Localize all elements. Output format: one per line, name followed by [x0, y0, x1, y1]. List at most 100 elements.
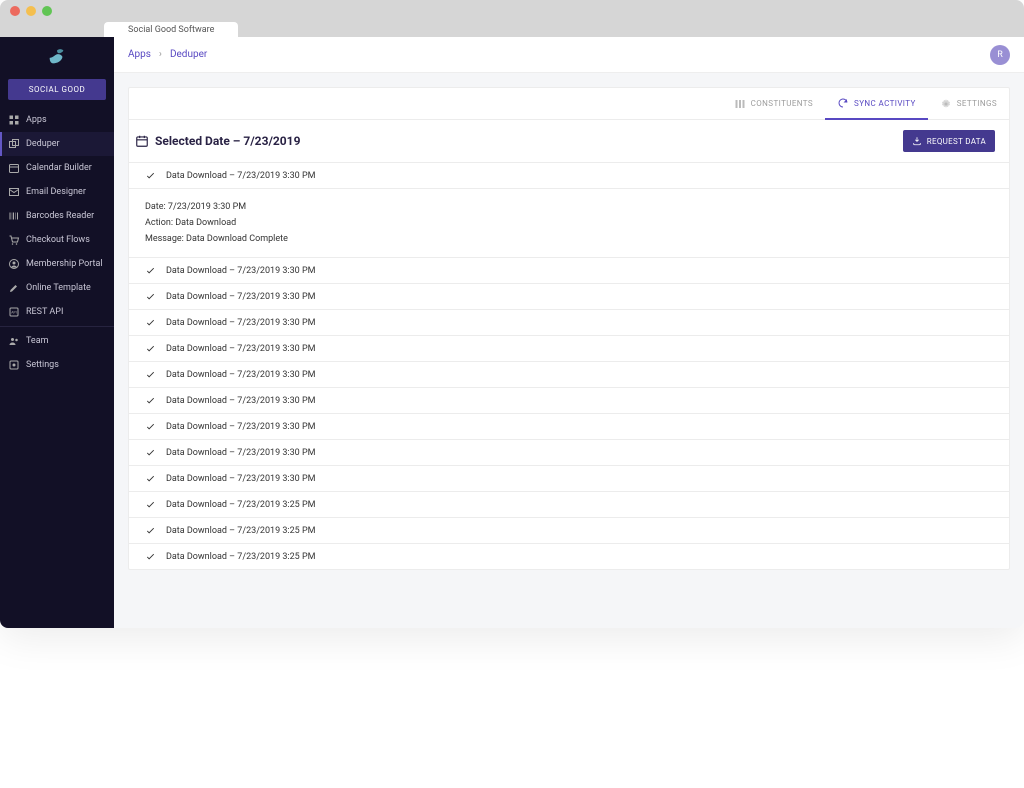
close-window-button[interactable]	[10, 6, 20, 16]
breadcrumb-deduper[interactable]: Deduper	[170, 49, 207, 60]
brush-icon	[8, 282, 20, 294]
sidebar-item-label: Barcodes Reader	[26, 211, 94, 221]
activity-log-row[interactable]: Data Download – 7/23/2019 3:30 PM	[129, 439, 1009, 465]
chevron-right-icon: ›	[159, 49, 162, 60]
calendar-icon	[135, 134, 149, 148]
activity-log-row[interactable]: Data Download – 7/23/2019 3:30 PM	[129, 387, 1009, 413]
activity-log-text: Data Download – 7/23/2019 3:30 PM	[166, 171, 316, 181]
activity-log-detail: Date: 7/23/2019 3:30 PMAction: Data Down…	[129, 188, 1009, 257]
activity-log-row[interactable]: Data Download – 7/23/2019 3:30 PM	[129, 257, 1009, 283]
sidebar-nav: Apps Deduper Calendar Builder Email Designe…	[0, 108, 114, 324]
download-icon	[912, 136, 922, 146]
sidebar-item-team[interactable]: Team	[0, 329, 114, 353]
sidebar-item-label: Settings	[26, 360, 59, 370]
brand-button[interactable]: SOCIAL GOOD	[8, 79, 106, 100]
sync-activity-card: CONSTITUENTS SYNC ACTIVITY SETTINGS	[128, 87, 1010, 570]
dedupe-icon	[8, 138, 20, 150]
sidebar-item-checkout-flows[interactable]: Checkout Flows	[0, 228, 114, 252]
maximize-window-button[interactable]	[42, 6, 52, 16]
card-tabs: CONSTITUENTS SYNC ACTIVITY SETTINGS	[129, 88, 1009, 120]
mail-icon	[8, 186, 20, 198]
activity-log-text: Data Download – 7/23/2019 3:30 PM	[166, 266, 316, 276]
minimize-window-button[interactable]	[26, 6, 36, 16]
topbar: Apps › Deduper R	[114, 37, 1024, 73]
sidebar-item-email-designer[interactable]: Email Designer	[0, 180, 114, 204]
tab-settings[interactable]: SETTINGS	[928, 88, 1009, 119]
columns-icon	[734, 98, 746, 110]
sidebar-item-membership-portal[interactable]: Membership Portal	[0, 252, 114, 276]
activity-log-text: Data Download – 7/23/2019 3:25 PM	[166, 500, 316, 510]
sidebar-item-deduper[interactable]: Deduper	[0, 132, 114, 156]
browser-frame: Social Good Software SOCIAL GOOD Apps Ded…	[0, 0, 1024, 628]
calendar-icon	[8, 162, 20, 174]
activity-log-row[interactable]: Data Download – 7/23/2019 3:25 PM	[129, 491, 1009, 517]
sidebar-item-label: Online Template	[26, 283, 91, 293]
gear-box-icon	[8, 359, 20, 371]
tab-sync-activity[interactable]: SYNC ACTIVITY	[825, 88, 928, 120]
activity-log-row[interactable]: Data Download – 7/23/2019 3:30 PM	[129, 361, 1009, 387]
breadcrumb: Apps › Deduper	[128, 49, 207, 60]
gear-icon	[940, 98, 952, 110]
request-data-label: REQUEST DATA	[927, 137, 986, 146]
activity-log-row[interactable]: Data Download – 7/23/2019 3:30 PM	[129, 309, 1009, 335]
brand-button-label: SOCIAL GOOD	[29, 85, 85, 94]
sidebar-item-label: Membership Portal	[26, 259, 103, 269]
traffic-lights	[10, 6, 52, 16]
sidebar-item-apps[interactable]: Apps	[0, 108, 114, 132]
sidebar-item-label: Team	[26, 336, 49, 346]
log-detail-date: Date: 7/23/2019 3:30 PM	[145, 199, 993, 215]
activity-log-text: Data Download – 7/23/2019 3:30 PM	[166, 396, 316, 406]
sidebar-item-settings[interactable]: Settings	[0, 353, 114, 377]
activity-log-list: Data Download – 7/23/2019 3:30 PM Date: 7…	[129, 162, 1009, 569]
request-data-button[interactable]: REQUEST DATA	[903, 130, 995, 152]
sidebar-nav-footer: Team Settings	[0, 329, 114, 377]
activity-log-row[interactable]: Data Download – 7/23/2019 3:30 PM	[129, 335, 1009, 361]
sidebar-item-label: Deduper	[26, 139, 60, 149]
sidebar-item-label: Apps	[26, 115, 47, 125]
activity-log-text: Data Download – 7/23/2019 3:30 PM	[166, 370, 316, 380]
activity-log-row[interactable]: Data Download – 7/23/2019 3:25 PM	[129, 517, 1009, 543]
cart-icon	[8, 234, 20, 246]
avatar[interactable]: R	[990, 45, 1010, 65]
tab-constituents[interactable]: CONSTITUENTS	[722, 88, 825, 119]
team-icon	[8, 335, 20, 347]
activity-log-text: Data Download – 7/23/2019 3:30 PM	[166, 422, 316, 432]
grid-icon	[8, 114, 20, 126]
activity-log-row[interactable]: Data Download – 7/23/2019 3:25 PM	[129, 543, 1009, 569]
activity-log-text: Data Download – 7/23/2019 3:30 PM	[166, 344, 316, 354]
sidebar-item-online-template[interactable]: Online Template	[0, 276, 114, 300]
activity-log-row[interactable]: Data Download – 7/23/2019 3:30 PM	[129, 465, 1009, 491]
browser-tabs: Social Good Software	[0, 22, 1024, 37]
browser-tab-title: Social Good Software	[128, 25, 214, 35]
sidebar-item-label: Calendar Builder	[26, 163, 92, 173]
activity-log-text: Data Download – 7/23/2019 3:25 PM	[166, 526, 316, 536]
activity-log-text: Data Download – 7/23/2019 3:30 PM	[166, 474, 316, 484]
activity-log-text: Data Download – 7/23/2019 3:30 PM	[166, 448, 316, 458]
tab-settings-label: SETTINGS	[957, 99, 997, 108]
tab-constituents-label: CONSTITUENTS	[751, 99, 813, 108]
tab-sync-activity-label: SYNC ACTIVITY	[854, 99, 916, 108]
log-detail-action: Action: Data Download	[145, 215, 993, 231]
sidebar-item-label: Checkout Flows	[26, 235, 90, 245]
activity-log-text: Data Download – 7/23/2019 3:25 PM	[166, 552, 316, 562]
sidebar-item-calendar-builder[interactable]: Calendar Builder	[0, 156, 114, 180]
activity-log-text: Data Download – 7/23/2019 3:30 PM	[166, 318, 316, 328]
sidebar-item-rest-api[interactable]: APIREST API	[0, 300, 114, 324]
card-header: Selected Date – 7/23/2019 REQUEST DATA	[129, 120, 1009, 162]
log-detail-message: Message: Data Download Complete	[145, 231, 993, 247]
activity-log-row[interactable]: Data Download – 7/23/2019 3:30 PM	[129, 162, 1009, 188]
activity-log-row[interactable]: Data Download – 7/23/2019 3:30 PM	[129, 413, 1009, 439]
main-area: Apps › Deduper R CONSTITUENTS S	[114, 37, 1024, 628]
avatar-initial: R	[997, 50, 1003, 60]
person-circle-icon	[8, 258, 20, 270]
sidebar-item-barcodes-reader[interactable]: Barcodes Reader	[0, 204, 114, 228]
nav-separator	[0, 326, 114, 327]
sidebar-item-label: Email Designer	[26, 187, 86, 197]
barcode-icon	[8, 210, 20, 222]
api-icon: API	[8, 306, 20, 318]
browser-title-bar	[0, 0, 1024, 22]
activity-log-row[interactable]: Data Download – 7/23/2019 3:30 PM	[129, 283, 1009, 309]
breadcrumb-apps[interactable]: Apps	[128, 49, 151, 60]
browser-tab[interactable]: Social Good Software	[104, 22, 238, 37]
sidebar: SOCIAL GOOD Apps Deduper Calendar Builder E…	[0, 37, 114, 628]
